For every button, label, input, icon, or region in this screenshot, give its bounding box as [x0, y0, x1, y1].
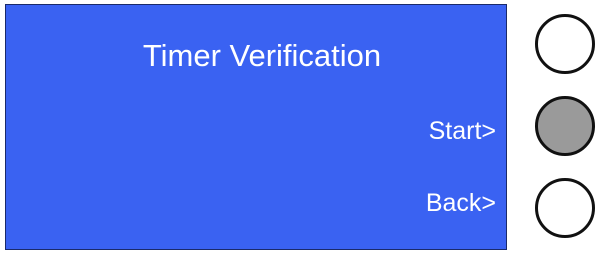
- softkey-button-top[interactable]: [535, 14, 595, 74]
- softkey-button-start[interactable]: [535, 96, 595, 156]
- softkey-label-back: Back>: [425, 189, 496, 217]
- display-screen: Timer Verification Start> Back>: [5, 4, 507, 250]
- softkey-label-start: Start>: [428, 117, 496, 145]
- screen-title: Timer Verification: [142, 38, 382, 73]
- softkey-button-back[interactable]: [535, 178, 595, 238]
